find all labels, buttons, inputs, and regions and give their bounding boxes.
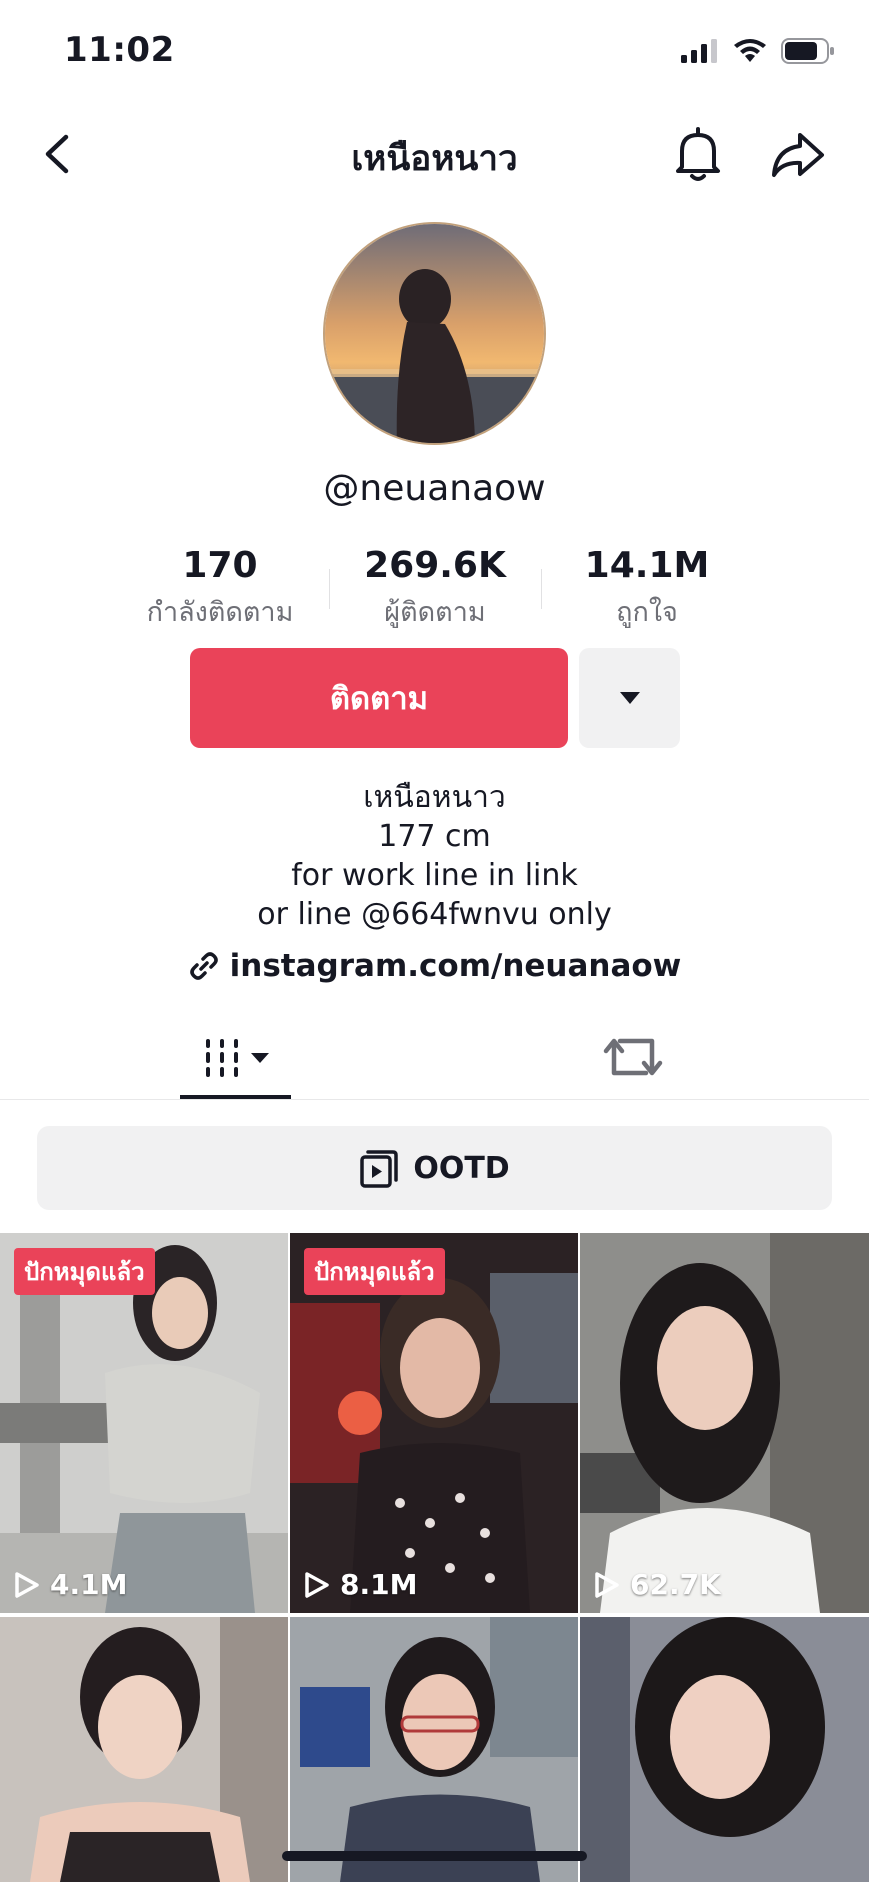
- avatar-image: [325, 224, 544, 443]
- followers-label: ผู้ติดตาม: [384, 597, 486, 628]
- bio-link-text: instagram.com/neuanaow: [229, 948, 682, 984]
- bio-line: for work line in link: [291, 858, 578, 893]
- video-tile[interactable]: ปักหมุดแล้ว 8.1M: [290, 1233, 578, 1613]
- bio-link[interactable]: instagram.com/neuanaow: [0, 948, 869, 984]
- following-count: 170: [182, 545, 258, 586]
- bio-line: 177 cm: [378, 819, 491, 854]
- likes-count: 14.1M: [584, 545, 710, 586]
- view-count-text: 62.7K: [630, 1568, 721, 1601]
- username: @neuanaow: [323, 468, 546, 509]
- bio: เหนือหนาว 177 cm for work line in link o…: [0, 778, 869, 934]
- video-tile[interactable]: [290, 1617, 578, 1882]
- suggested-accounts-button[interactable]: [579, 648, 680, 748]
- status-icons: [681, 38, 835, 64]
- pinned-badge: ปักหมุดแล้ว: [14, 1248, 155, 1295]
- bell-icon[interactable]: [670, 125, 726, 185]
- playlist-label: OOTD: [413, 1150, 510, 1186]
- video-thumbnail: [290, 1617, 578, 1882]
- view-count: 8.1M: [304, 1568, 417, 1601]
- caret-down-icon: [619, 692, 640, 704]
- home-indicator: [282, 1851, 587, 1861]
- tab-videos[interactable]: [180, 1015, 291, 1100]
- pinned-badge: ปักหมุดแล้ว: [304, 1248, 445, 1295]
- status-bar: 11:02: [0, 0, 869, 100]
- followers-count: 269.6K: [364, 545, 506, 586]
- view-count-text: 8.1M: [340, 1568, 418, 1601]
- stat-divider: [541, 569, 542, 609]
- battery-icon: [781, 38, 834, 64]
- following-stat[interactable]: 170 กำลังติดตาม: [130, 545, 310, 633]
- playlist-icon: [360, 1150, 399, 1188]
- stat-divider: [329, 569, 330, 609]
- view-count: 62.7K: [594, 1568, 721, 1601]
- profile-stats: 170 กำลังติดตาม 269.6K ผู้ติดตาม 14.1M ถ…: [0, 545, 869, 628]
- status-time: 11:02: [64, 30, 175, 70]
- cellular-signal-icon: [681, 39, 717, 63]
- top-nav: เหนือหนาว: [0, 115, 869, 195]
- link-icon: [189, 952, 218, 980]
- play-icon: [595, 1571, 619, 1598]
- view-count-text: 4.1M: [50, 1568, 128, 1601]
- content-tabs: [0, 1015, 869, 1100]
- active-tab-indicator: [180, 1095, 291, 1099]
- bio-line: or line @664fwnvu only: [257, 897, 612, 932]
- video-tile[interactable]: [580, 1617, 869, 1882]
- play-icon: [15, 1571, 39, 1598]
- repost-icon[interactable]: [600, 1027, 666, 1087]
- share-icon[interactable]: [768, 127, 828, 183]
- view-count: 4.1M: [14, 1568, 127, 1601]
- caret-down-icon: [250, 1052, 269, 1063]
- following-label: กำลังติดตาม: [146, 597, 294, 628]
- video-tile[interactable]: ปักหมุดแล้ว 4.1M: [0, 1233, 288, 1613]
- video-tile[interactable]: 62.7K: [580, 1233, 869, 1613]
- likes-stat[interactable]: 14.1M ถูกใจ: [557, 545, 737, 633]
- followers-stat[interactable]: 269.6K ผู้ติดตาม: [345, 545, 525, 633]
- play-icon: [305, 1571, 329, 1598]
- video-grid: ปักหมุดแล้ว 4.1M ปักหมุดแล้ว 8.1M 62.7K: [0, 1233, 869, 1882]
- video-tile[interactable]: [0, 1617, 288, 1882]
- bio-line: เหนือหนาว: [363, 780, 506, 815]
- video-thumbnail: [580, 1233, 869, 1613]
- likes-label: ถูกใจ: [616, 597, 678, 628]
- playlist-ootd[interactable]: OOTD: [37, 1126, 832, 1210]
- wifi-icon: [734, 39, 766, 62]
- video-thumbnail: [0, 1617, 288, 1882]
- avatar[interactable]: [323, 222, 546, 445]
- videos-grid-icon: [205, 1038, 238, 1077]
- follow-button[interactable]: ติดตาม: [190, 648, 568, 748]
- page-title: เหนือหนาว: [351, 139, 518, 179]
- video-thumbnail: [580, 1617, 869, 1882]
